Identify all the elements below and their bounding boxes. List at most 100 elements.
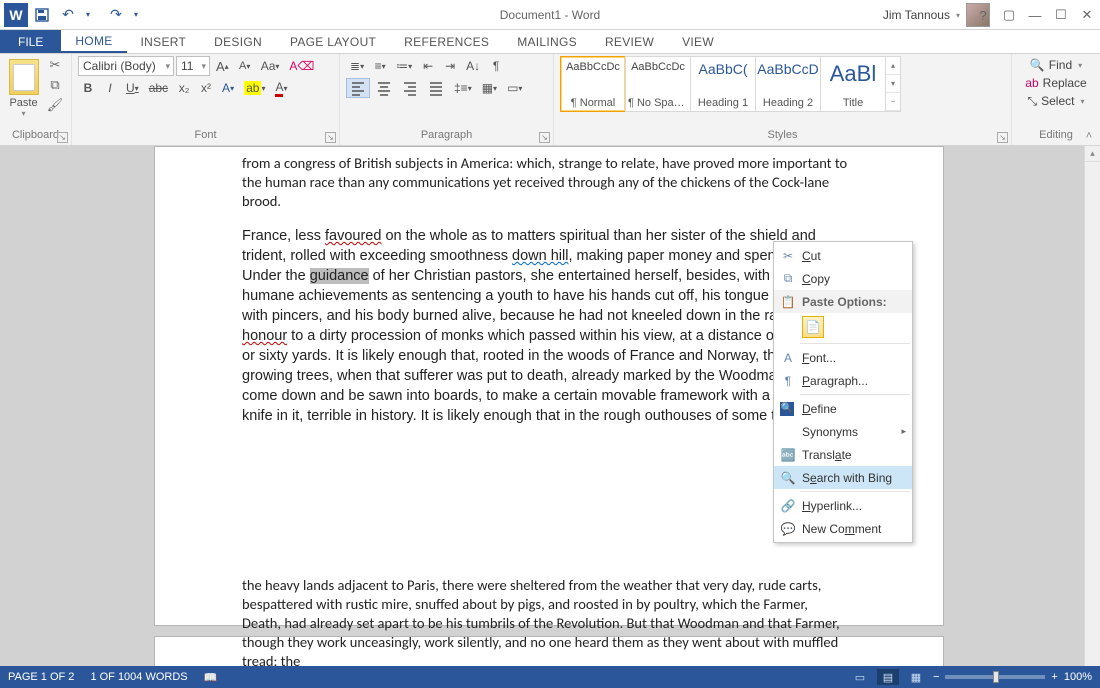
tab-design[interactable]: DESIGN: [200, 30, 276, 53]
tab-view[interactable]: VIEW: [668, 30, 728, 53]
zoom-out-button[interactable]: −: [933, 671, 939, 683]
align-center-button[interactable]: [372, 78, 396, 98]
tab-references[interactable]: REFERENCES: [390, 30, 503, 53]
clipboard-dialog-launcher[interactable]: ↘: [57, 132, 68, 143]
numbering-button[interactable]: ≡▾: [370, 56, 390, 76]
style-heading-2[interactable]: AaBbCcD Heading 2: [755, 56, 821, 112]
highlight-button[interactable]: ab ▾: [240, 78, 269, 98]
save-button[interactable]: [30, 3, 54, 27]
styles-gallery-more[interactable]: ▴▾⎯: [885, 56, 901, 112]
style-normal[interactable]: AaBbCcDc ¶ Normal: [560, 56, 626, 112]
qat-customize-dropdown[interactable]: ▾: [130, 3, 142, 27]
select-button[interactable]: ⤡Select▾: [1018, 92, 1094, 110]
style-title[interactable]: AaBl Title: [820, 56, 886, 112]
styles-dialog-launcher[interactable]: ↘: [997, 132, 1008, 143]
font-family-combo[interactable]: Calibri (Body): [78, 56, 174, 76]
tab-page-layout[interactable]: PAGE LAYOUT: [276, 30, 390, 53]
grammar-downhill[interactable]: down hill: [512, 248, 568, 264]
undo-dropdown[interactable]: ▾: [82, 3, 94, 27]
ribbon-tabs: FILE HOME INSERT DESIGN PAGE LAYOUT REFE…: [0, 30, 1100, 54]
spell-error-honour[interactable]: honour: [242, 328, 287, 344]
shrink-font-button[interactable]: A▾: [235, 56, 255, 76]
clear-formatting-button[interactable]: A⌫: [285, 56, 318, 76]
sort-button[interactable]: A↓: [462, 56, 484, 76]
ctx-hyperlink[interactable]: 🔗Hyperlink...: [774, 494, 912, 517]
find-button[interactable]: 🔍Find▾: [1018, 56, 1094, 74]
align-justify-button[interactable]: [424, 78, 448, 98]
bold-button[interactable]: B: [78, 78, 98, 98]
format-painter-button[interactable]: 🖌: [45, 96, 65, 114]
ribbon-display-options[interactable]: ▢: [996, 0, 1022, 30]
tab-mailings[interactable]: MAILINGS: [503, 30, 591, 53]
underline-button[interactable]: U ▾: [122, 78, 143, 98]
superscript-button[interactable]: x²: [196, 78, 216, 98]
multilevel-button[interactable]: ≔▾: [392, 56, 416, 76]
tab-insert[interactable]: INSERT: [127, 30, 201, 53]
ctx-font[interactable]: AFont...: [774, 346, 912, 369]
ctx-paragraph[interactable]: ¶Paragraph...: [774, 369, 912, 392]
ctx-search-bing[interactable]: 🔍Search with Bing: [774, 466, 912, 489]
change-case-button[interactable]: Aa ▾: [257, 56, 284, 76]
font-dialog-launcher[interactable]: ↘: [325, 132, 336, 143]
ctx-cut[interactable]: ✂Cut: [774, 244, 912, 267]
paragraph-3[interactable]: the heavy lands adjacent to Paris, there…: [242, 576, 850, 671]
italic-button[interactable]: I: [100, 78, 120, 98]
borders-button[interactable]: ▭▾: [503, 78, 526, 98]
font-size-combo[interactable]: 11: [176, 56, 210, 76]
show-hide-marks-button[interactable]: ¶: [486, 56, 506, 76]
word-app-icon[interactable]: W: [4, 3, 28, 27]
tab-review[interactable]: REVIEW: [591, 30, 668, 53]
status-proofing-icon[interactable]: 📖: [204, 671, 218, 684]
bullets-button[interactable]: ≣▾: [346, 56, 368, 76]
status-page[interactable]: PAGE 1 OF 2: [8, 671, 74, 683]
copy-button[interactable]: ⧉: [45, 76, 65, 94]
replace-button[interactable]: abReplace: [1018, 74, 1094, 92]
subscript-button[interactable]: x₂: [174, 78, 194, 98]
collapse-ribbon-button[interactable]: ˄: [1082, 129, 1096, 143]
zoom-slider[interactable]: [945, 675, 1045, 679]
ctx-synonyms[interactable]: Synonyms▸: [774, 420, 912, 443]
zoom-in-button[interactable]: +: [1051, 671, 1057, 683]
paragraph-1[interactable]: from a congress of British subjects in A…: [242, 154, 850, 211]
style-heading-1[interactable]: AaBbC( Heading 1: [690, 56, 756, 112]
ctx-define[interactable]: 🔍Define: [774, 397, 912, 420]
view-web-layout[interactable]: ▦: [905, 669, 927, 685]
selected-text[interactable]: guidance: [310, 268, 369, 284]
tab-file[interactable]: FILE: [0, 30, 61, 53]
tab-home[interactable]: HOME: [61, 30, 126, 53]
increase-indent-button[interactable]: ⇥: [440, 56, 460, 76]
scroll-up-button[interactable]: ▴: [1085, 146, 1100, 162]
document-area: ▴ from a congress of British subjects in…: [0, 146, 1100, 688]
decrease-indent-button[interactable]: ⇤: [418, 56, 438, 76]
align-right-button[interactable]: [398, 78, 422, 98]
cut-button[interactable]: ✂: [45, 56, 65, 74]
vertical-scrollbar[interactable]: ▴: [1084, 146, 1100, 688]
shading-button[interactable]: ▦▾: [478, 78, 501, 98]
align-left-button[interactable]: [346, 78, 370, 98]
redo-button[interactable]: ↷: [104, 3, 128, 27]
close-button[interactable]: ✕: [1074, 0, 1100, 30]
ctx-paste-option-keep-source[interactable]: 📄: [774, 313, 912, 341]
ctx-copy[interactable]: ⧉Copy: [774, 267, 912, 290]
text-effects-button[interactable]: A ▾: [218, 78, 238, 98]
minimize-button[interactable]: —: [1022, 0, 1048, 30]
help-button[interactable]: ?: [970, 0, 996, 30]
strikethrough-button[interactable]: abc: [145, 78, 172, 98]
status-words[interactable]: 1 OF 1004 WORDS: [90, 671, 187, 683]
font-color-button[interactable]: A ▾: [271, 78, 291, 98]
view-read-mode[interactable]: ▭: [849, 669, 871, 685]
line-spacing-button[interactable]: ‡≡▾: [450, 78, 476, 98]
zoom-percent[interactable]: 100%: [1064, 671, 1092, 683]
style-no-spacing[interactable]: AaBbCcDc ¶ No Spac...: [625, 56, 691, 112]
paragraph-dialog-launcher[interactable]: ↘: [539, 132, 550, 143]
ctx-new-comment[interactable]: 💬New Comment: [774, 517, 912, 540]
paste-button[interactable]: Paste ▾: [6, 56, 41, 122]
undo-button[interactable]: ↶: [56, 3, 80, 27]
maximize-button[interactable]: ☐: [1048, 0, 1074, 30]
ctx-translate[interactable]: 🔤Translate: [774, 443, 912, 466]
paragraph-2[interactable]: France, less favoured on the whole as to…: [242, 226, 850, 426]
grow-font-button[interactable]: A▴: [212, 56, 233, 76]
spell-error-favoured[interactable]: favoured: [325, 228, 381, 244]
view-print-layout[interactable]: ▤: [877, 669, 899, 685]
zoom-thumb[interactable]: [993, 671, 999, 683]
